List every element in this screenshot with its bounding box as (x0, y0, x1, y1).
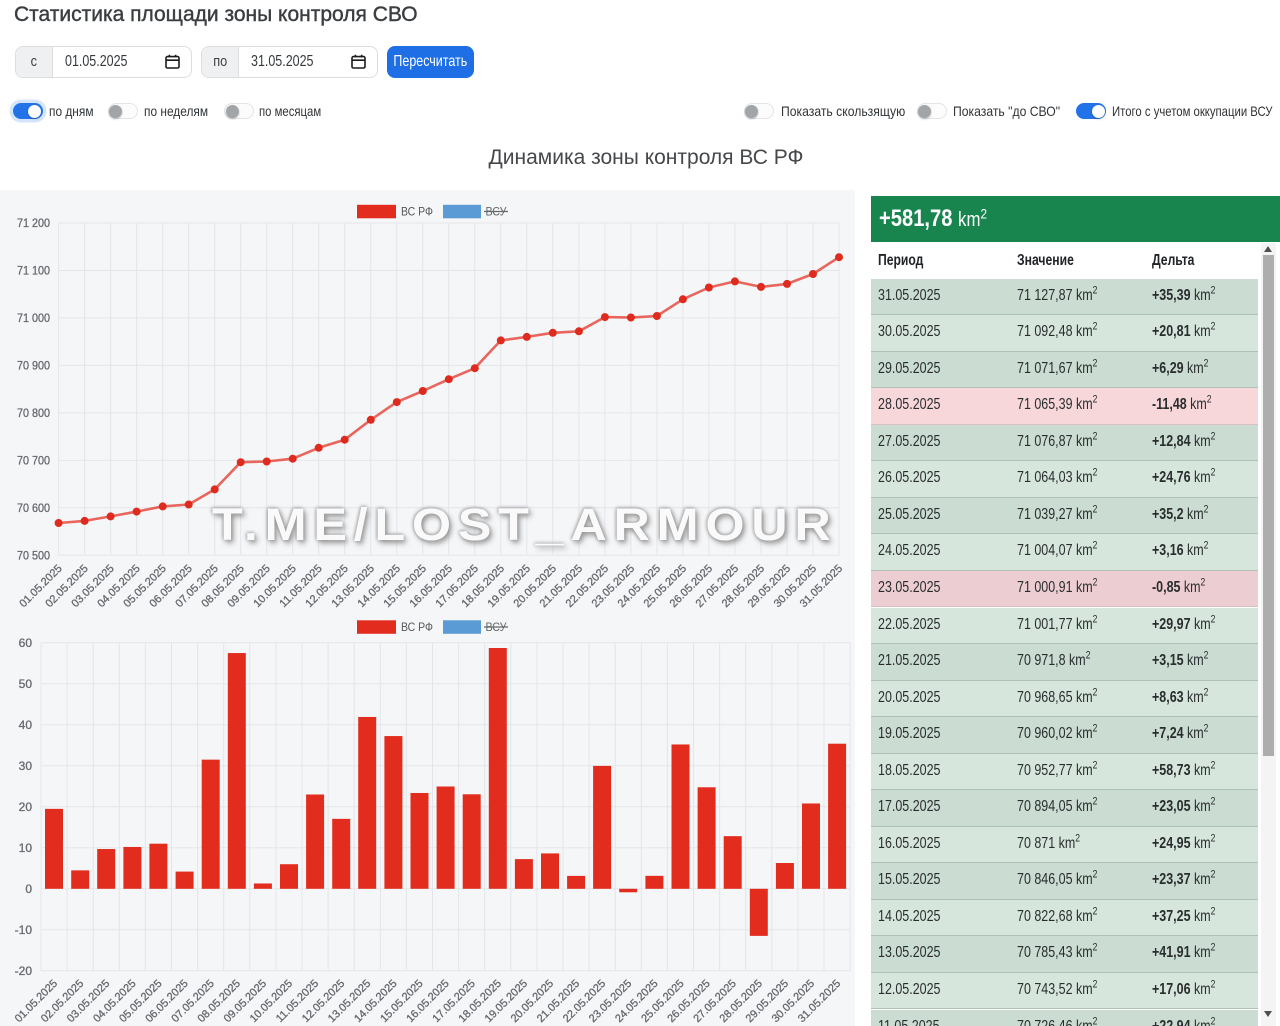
svg-text:70 900: 70 900 (17, 358, 50, 372)
svg-text:ВС РФ: ВС РФ (401, 620, 433, 634)
svg-text:40: 40 (19, 718, 33, 732)
svg-text:70 600: 70 600 (17, 501, 50, 515)
svg-text:70 500: 70 500 (17, 548, 50, 562)
svg-text:-20: -20 (15, 964, 33, 978)
svg-text:71 200: 71 200 (17, 216, 50, 230)
svg-text:71 100: 71 100 (17, 264, 50, 278)
svg-text:70 800: 70 800 (17, 406, 50, 420)
svg-text:10: 10 (19, 841, 33, 855)
svg-text:70 700: 70 700 (17, 453, 50, 467)
svg-text:0: 0 (25, 882, 32, 896)
svg-text:20: 20 (19, 800, 33, 814)
svg-text:ВС РФ: ВС РФ (401, 205, 433, 219)
svg-text:30: 30 (19, 759, 33, 773)
svg-text:71 000: 71 000 (17, 311, 50, 325)
svg-text:-10: -10 (15, 923, 33, 937)
svg-text:50: 50 (19, 677, 33, 691)
svg-text:60: 60 (19, 636, 33, 650)
